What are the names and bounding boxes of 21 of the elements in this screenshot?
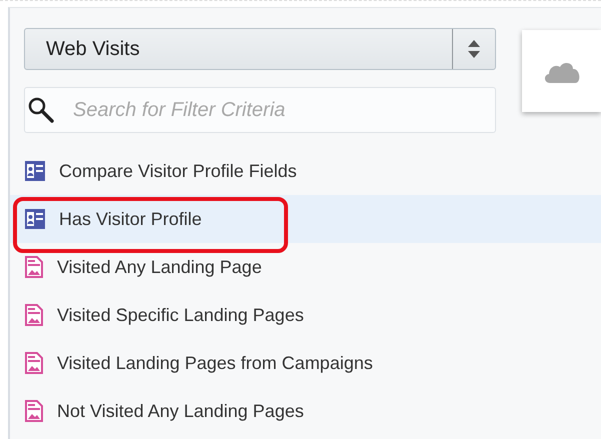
item-label: Has Visitor Profile xyxy=(59,208,202,230)
filter-item[interactable]: Visited Any Landing Page xyxy=(10,243,601,291)
profile-card-icon xyxy=(25,161,45,181)
item-label: Visited Any Landing Page xyxy=(57,256,262,278)
filter-item[interactable]: Not Visited Any Landing Pages xyxy=(10,387,601,435)
item-label: Not Visited Any Landing Pages xyxy=(57,400,304,422)
cloud-card[interactable] xyxy=(522,30,601,112)
filter-item[interactable]: Visited Landing Pages from Campaigns xyxy=(10,339,601,387)
filter-item[interactable]: Visited Specific Landing Pages xyxy=(10,291,601,339)
page-image-icon xyxy=(25,352,43,374)
page-image-icon xyxy=(25,400,43,422)
filter-item[interactable]: Has Visitor Profile xyxy=(10,195,601,243)
item-label: Compare Visitor Profile Fields xyxy=(59,160,297,182)
item-label: Visited Specific Landing Pages xyxy=(57,304,304,326)
filter-item[interactable]: Compare Visitor Profile Fields xyxy=(10,147,601,195)
item-label: Visited Landing Pages from Campaigns xyxy=(57,352,373,374)
page-image-icon xyxy=(25,304,43,326)
category-dropdown[interactable]: Web Visits xyxy=(24,28,496,70)
page-image-icon xyxy=(25,256,43,278)
profile-card-icon xyxy=(25,209,45,229)
search-field[interactable]: Search for Filter Criteria xyxy=(24,87,496,133)
